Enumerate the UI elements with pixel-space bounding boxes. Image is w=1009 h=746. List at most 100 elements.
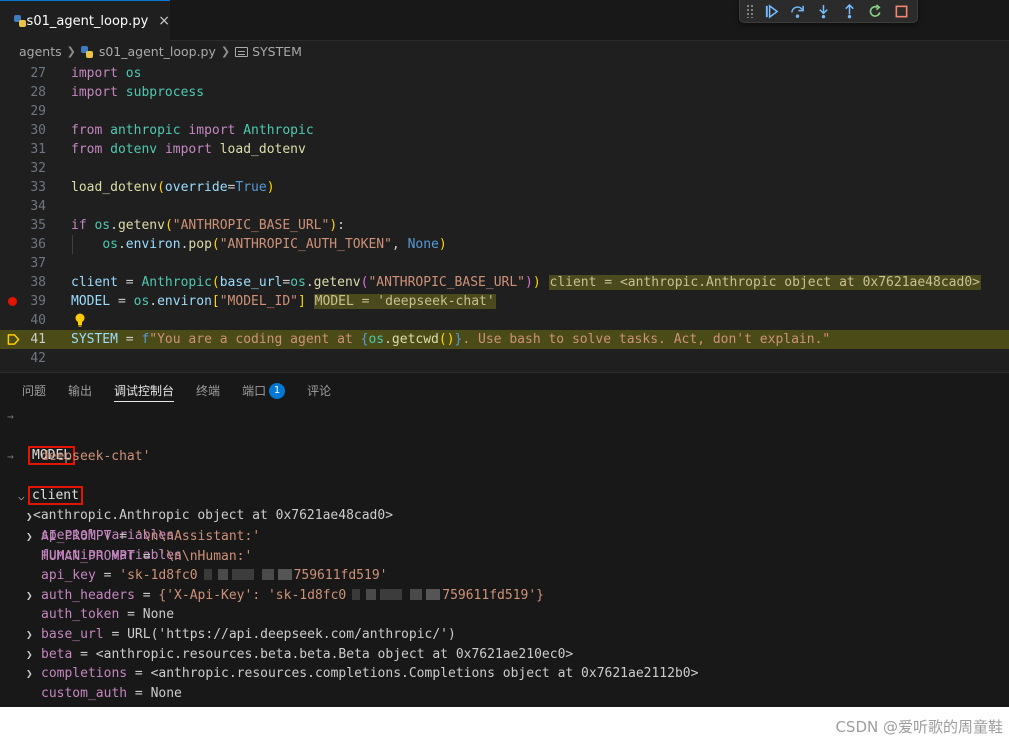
- code-token: if: [71, 218, 87, 233]
- equals-sign: =: [134, 548, 159, 564]
- chevron-right-icon[interactable]: ❯: [26, 664, 33, 684]
- code-text: load_dotenv(override=True): [71, 178, 275, 197]
- line-number[interactable]: 33: [0, 178, 46, 197]
- tab-debug-console[interactable]: 调试控制台: [114, 376, 175, 402]
- line-number[interactable]: 42: [0, 349, 46, 368]
- property-entry: beta = <anthropic.resources.beta.beta.Be…: [41, 645, 573, 665]
- tree-node-custom-auth: custom_auth = None: [0, 684, 1009, 704]
- line-number[interactable]: 39: [0, 292, 46, 311]
- code-text: if os.getenv("ANTHROPIC_BASE_URL"):: [71, 216, 345, 235]
- code-token: ): [438, 237, 447, 252]
- code-line[interactable]: 32: [0, 159, 1009, 178]
- code-line[interactable]: 34: [0, 197, 1009, 216]
- chevron-right-icon[interactable]: ❯: [26, 586, 33, 606]
- code-token: Anthropic: [243, 123, 314, 138]
- code-line[interactable]: 28 import subprocess: [0, 83, 1009, 102]
- tree-node-auth-headers[interactable]: ❯ auth_headers = {'X-Api-Key': 'sk-1d8fc0…: [0, 586, 1009, 606]
- restart-icon[interactable]: [867, 3, 884, 20]
- object-tree-root[interactable]: ⌵ <anthropic.Anthropic object at 0x7621a…: [0, 467, 1009, 524]
- python-file-icon: [80, 45, 93, 58]
- breadcrumb-file[interactable]: s01_agent_loop.py: [99, 44, 216, 59]
- close-icon[interactable]: ×: [158, 13, 170, 29]
- chevron-right-icon[interactable]: ❯: [26, 645, 33, 665]
- code-token: getcwd: [391, 332, 439, 347]
- code-line[interactable]: 37: [0, 254, 1009, 273]
- code-text: import subprocess: [71, 83, 204, 102]
- code-editor[interactable]: 27 import os 28 import subprocess 29 30 from a…: [0, 64, 1009, 372]
- stop-icon[interactable]: [893, 3, 910, 20]
- step-into-icon[interactable]: [815, 3, 832, 20]
- breadcrumb-folder[interactable]: agents: [19, 44, 62, 59]
- step-over-icon[interactable]: [789, 3, 806, 20]
- tab-problems[interactable]: 问题: [22, 373, 46, 405]
- code-token: base_url: [219, 275, 283, 290]
- tree-node-completions[interactable]: ❯ completions = <anthropic.resources.comp…: [0, 664, 1009, 684]
- line-number[interactable]: 27: [0, 64, 46, 83]
- tree-node-base-url[interactable]: ❯ base_url = URL('https://api.deepseek.co…: [0, 625, 1009, 645]
- equals-sign: =: [127, 685, 151, 701]
- code-line[interactable]: 36 os.environ.pop("ANTHROPIC_AUTH_TOKEN"…: [0, 235, 1009, 254]
- lightbulb-icon[interactable]: [73, 312, 87, 328]
- code-line[interactable]: 40: [0, 311, 1009, 330]
- tab-output[interactable]: 输出: [68, 373, 92, 405]
- property-name: AI_PROMPT: [41, 529, 112, 544]
- line-number[interactable]: 29: [0, 102, 46, 121]
- code-line[interactable]: 27 import os: [0, 64, 1009, 83]
- code-token: True: [235, 180, 267, 195]
- line-number[interactable]: 30: [0, 121, 46, 140]
- code-line[interactable]: 38 client = Anthropic(base_url=os.getenv(…: [0, 273, 1009, 292]
- code-line[interactable]: 33 load_dotenv(override=True): [0, 178, 1009, 197]
- code-token: from: [71, 142, 103, 157]
- tree-node-beta[interactable]: ❯ beta = <anthropic.resources.beta.beta.B…: [0, 645, 1009, 665]
- code-token: os: [368, 332, 385, 347]
- line-number[interactable]: 37: [0, 254, 46, 273]
- chevron-right-icon[interactable]: ❯: [26, 625, 33, 645]
- input-arrow-icon: →: [7, 410, 14, 423]
- editor-tab[interactable]: s01_agent_loop.py ×: [0, 0, 170, 41]
- tab-ports-label: 端口: [242, 384, 267, 398]
- property-value-start: 'sk-1d8fc0: [119, 568, 198, 584]
- line-number[interactable]: 35: [0, 216, 46, 235]
- property-name: auth_headers: [41, 587, 135, 603]
- breadcrumb-symbol[interactable]: SYSTEM: [252, 44, 302, 59]
- property-name: completions: [41, 666, 128, 682]
- code-token: import: [188, 123, 236, 138]
- line-number[interactable]: 34: [0, 197, 46, 216]
- tab-filename: s01_agent_loop.py: [26, 13, 149, 29]
- tree-node-function-variables[interactable]: ❯ function variables: [0, 507, 1009, 564]
- tab-comments[interactable]: 评论: [307, 373, 331, 405]
- line-number[interactable]: 28: [0, 83, 46, 102]
- equals-sign: =: [95, 568, 120, 584]
- redacted-segment: [198, 568, 294, 583]
- code-token: "ANTHROPIC_BASE_URL": [368, 275, 526, 290]
- code-line[interactable]: 30 from anthropic import Anthropic: [0, 121, 1009, 140]
- continue-icon[interactable]: [763, 3, 780, 20]
- bottom-panel: 问题 输出 调试控制台 终端 端口 1 评论 → MODEL 'deepseek-…: [0, 372, 1009, 707]
- line-number[interactable]: 38: [0, 273, 46, 292]
- property-value: None: [150, 685, 182, 701]
- watermark: CSDN @爱听歌的周童鞋: [835, 718, 1003, 736]
- code-line[interactable]: 42: [0, 349, 1009, 368]
- code-line[interactable]: 41 SYSTEM = f"You are a coding agent at {…: [0, 330, 1009, 349]
- code-text: client = Anthropic(base_url=os.getenv("A…: [71, 273, 981, 292]
- equals-sign: =: [111, 529, 135, 544]
- code-line[interactable]: 35 if os.getenv("ANTHROPIC_BASE_URL"):: [0, 216, 1009, 235]
- property-value: '\n\nHuman:': [158, 548, 253, 564]
- code-token: "ANTHROPIC_AUTH_TOKEN": [219, 237, 392, 252]
- tree-node-special-variables[interactable]: ❯ special variables: [0, 487, 1009, 544]
- tab-terminal[interactable]: 终端: [196, 373, 220, 405]
- line-number[interactable]: 36: [0, 235, 46, 254]
- line-number[interactable]: 40: [0, 311, 46, 330]
- line-number[interactable]: 32: [0, 159, 46, 178]
- code-line[interactable]: 29: [0, 102, 1009, 121]
- tab-ports[interactable]: 端口 1: [242, 373, 286, 405]
- code-text: SYSTEM = f"You are a coding agent at {os…: [71, 330, 830, 349]
- step-out-icon[interactable]: [841, 3, 858, 20]
- code-line[interactable]: 39 MODEL = os.environ["MODEL_ID"] MODEL =…: [0, 292, 1009, 311]
- breakpoint-icon[interactable]: [8, 297, 17, 306]
- line-number[interactable]: 31: [0, 140, 46, 159]
- drag-handle-icon[interactable]: [746, 4, 754, 18]
- code-line[interactable]: 31 from dotenv import load_dotenv: [0, 140, 1009, 159]
